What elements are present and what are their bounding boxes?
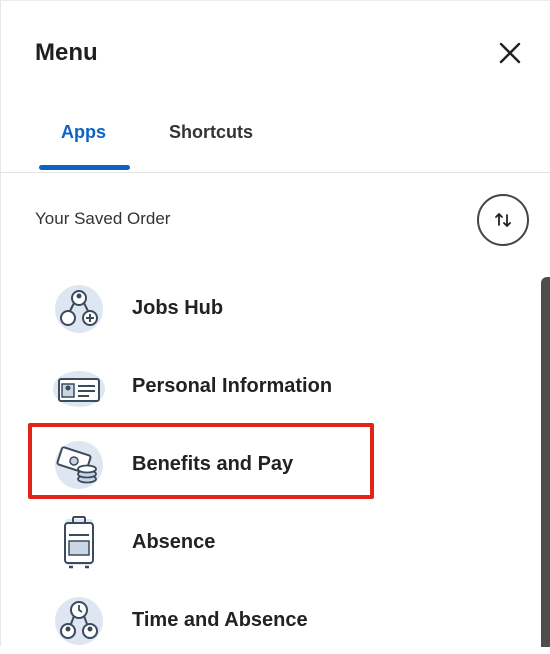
app-item-benefits-and-pay[interactable]: Benefits and Pay xyxy=(1,427,541,497)
tab-apps[interactable]: Apps xyxy=(61,122,106,143)
luggage-icon xyxy=(51,515,107,571)
menu-panel: Menu Apps Shortcuts Your Saved Order Job… xyxy=(0,0,550,647)
sort-order-button[interactable] xyxy=(477,194,529,246)
app-item-jobs-hub[interactable]: Jobs Hub xyxy=(1,271,541,341)
menu-title: Menu xyxy=(35,39,98,66)
app-label-time-and-absence: Time and Absence xyxy=(132,609,308,631)
saved-order-label: Your Saved Order xyxy=(35,209,171,228)
jobs-hub-icon xyxy=(51,281,107,337)
id-card-icon xyxy=(51,359,107,415)
close-icon[interactable] xyxy=(496,39,524,67)
app-label-personal-information: Personal Information xyxy=(132,375,333,397)
app-label-benefits-and-pay: Benefits and Pay xyxy=(132,453,294,475)
app-item-time-and-absence[interactable]: Time and Absence xyxy=(1,583,541,653)
app-item-absence[interactable]: Absence xyxy=(1,505,541,575)
people-clock-icon xyxy=(51,593,107,649)
sort-arrows-icon xyxy=(495,213,511,227)
scrollbar[interactable] xyxy=(541,277,550,647)
app-label-jobs-hub: Jobs Hub xyxy=(132,297,224,319)
app-label-absence: Absence xyxy=(132,531,216,553)
tab-shortcuts[interactable]: Shortcuts xyxy=(169,122,253,143)
money-coins-icon xyxy=(51,437,107,493)
active-tab-indicator xyxy=(39,165,130,170)
app-item-personal-information[interactable]: Personal Information xyxy=(1,349,541,419)
tab-bar: Apps Shortcuts xyxy=(1,106,550,173)
